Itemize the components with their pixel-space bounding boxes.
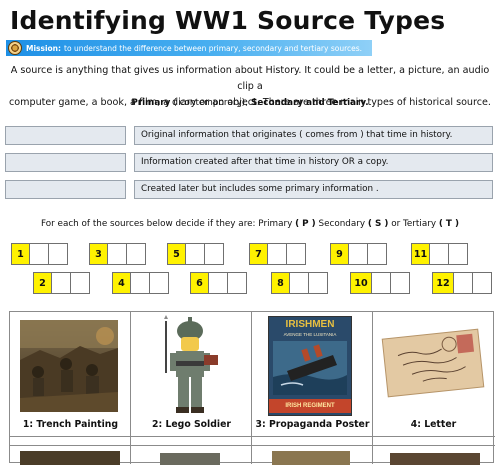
types-primary: Primary [131, 98, 171, 108]
question-number: 4 [112, 272, 131, 294]
answer-group-11: 11 [411, 243, 468, 265]
instruction-line: For each of the sources below decide if … [0, 219, 500, 229]
answer-cell[interactable] [30, 243, 49, 265]
source-caption-2: 2: Lego Soldier [152, 419, 231, 430]
instruction-lead: For each of the sources below decide if … [41, 219, 293, 229]
question-number: 6 [190, 272, 209, 294]
grid-divider [130, 312, 131, 464]
definition-answer-field-2[interactable] [5, 153, 126, 172]
definition-answer-field-3[interactable] [5, 180, 126, 199]
question-number: 11 [411, 243, 430, 265]
lego-soldier-image [164, 315, 218, 413]
question-number: 3 [89, 243, 108, 265]
definition-2: Information created after that time in h… [134, 153, 493, 172]
answer-cell[interactable] [131, 272, 150, 294]
definition-1: Original information that originates ( c… [134, 126, 493, 145]
question-number: 7 [249, 243, 268, 265]
answer-cell[interactable] [268, 243, 287, 265]
mission-text: to understand the difference between pri… [64, 43, 363, 53]
trench-painting-image [20, 320, 118, 412]
answer-cell[interactable] [449, 243, 468, 265]
answer-cell[interactable] [391, 272, 410, 294]
question-number: 12 [432, 272, 454, 294]
poster-subtitle: AVENGE THE LUSITANIA [283, 332, 337, 337]
answer-cell[interactable] [127, 243, 146, 265]
answer-group-9: 9 [330, 243, 387, 265]
answer-cell[interactable] [372, 272, 391, 294]
intro-line-1: A source is anything that gives us infor… [10, 65, 490, 92]
answer-cell[interactable] [186, 243, 205, 265]
answer-cell[interactable] [349, 243, 368, 265]
instruction-or: or Tertiary [391, 219, 437, 229]
answer-cell[interactable] [108, 243, 127, 265]
sinking-ship-icon [273, 341, 347, 395]
question-number: 5 [167, 243, 186, 265]
source-caption-3: 3: Propaganda Poster [255, 419, 370, 430]
answer-cell[interactable] [309, 272, 328, 294]
answer-group-1: 1 [11, 243, 68, 265]
mission-badge-icon [8, 41, 22, 55]
instruction-secondary: Secondary [318, 219, 366, 229]
answer-cell[interactable] [209, 272, 228, 294]
answer-cell[interactable] [290, 272, 309, 294]
source-caption-4: 4: Letter [410, 419, 457, 430]
source-types-line: Primary ( contemporary), Secondary and T… [0, 98, 500, 108]
grid-divider [372, 312, 373, 464]
answer-group-3: 3 [89, 243, 146, 265]
answer-cell[interactable] [473, 272, 492, 294]
answer-group-12: 12 [432, 272, 492, 294]
grid-divider [251, 312, 252, 464]
mission-bar: Mission: to understand the difference be… [6, 40, 372, 56]
mission-label: Mission: [26, 43, 62, 53]
source-caption-1: 1: Trench Painting [22, 419, 119, 430]
answer-cell[interactable] [454, 272, 473, 294]
answer-cell[interactable] [287, 243, 306, 265]
answer-cell[interactable] [49, 243, 68, 265]
grid-divider [10, 445, 495, 446]
source-image-6-partial [160, 453, 220, 465]
instruction-s: ( S ) [367, 219, 389, 229]
poster-bottom-text: IRISH REGIMENT [269, 399, 351, 413]
answer-cell[interactable] [150, 272, 169, 294]
types-primary-note: ( contemporary), [173, 98, 248, 108]
answer-group-10: 10 [350, 272, 410, 294]
answer-cell[interactable] [368, 243, 387, 265]
answer-cell[interactable] [71, 272, 90, 294]
answer-cell[interactable] [430, 243, 449, 265]
instruction-p: ( P ) [295, 219, 316, 229]
answer-group-7: 7 [249, 243, 306, 265]
question-number: 8 [271, 272, 290, 294]
answer-group-6: 6 [190, 272, 247, 294]
source-image-8-partial [390, 453, 480, 465]
answer-group-5: 5 [167, 243, 224, 265]
answer-group-8: 8 [271, 272, 328, 294]
question-number: 1 [11, 243, 30, 265]
answer-group-4: 4 [112, 272, 169, 294]
poster-title: IRISHMEN [285, 319, 335, 330]
answer-cell[interactable] [205, 243, 224, 265]
answer-group-2: 2 [33, 272, 90, 294]
question-number: 2 [33, 272, 52, 294]
definition-3: Created later but includes some primary … [134, 180, 493, 199]
question-number: 9 [330, 243, 349, 265]
answer-cell[interactable] [52, 272, 71, 294]
letter-image [381, 328, 485, 398]
definition-answer-field-1[interactable] [5, 126, 126, 145]
answer-cell[interactable] [228, 272, 247, 294]
types-rest: Secondary and Tertiary. [250, 98, 369, 108]
instruction-t: ( T ) [438, 219, 459, 229]
page-title: Identifying WW1 Source Types [10, 6, 446, 35]
question-number: 10 [350, 272, 372, 294]
propaganda-poster-image: IRISHMEN AVENGE THE LUSITANIA IRISH REGI… [268, 316, 352, 416]
sources-grid: IRISHMEN AVENGE THE LUSITANIA IRISH REGI… [9, 311, 495, 465]
grid-divider [10, 436, 495, 437]
